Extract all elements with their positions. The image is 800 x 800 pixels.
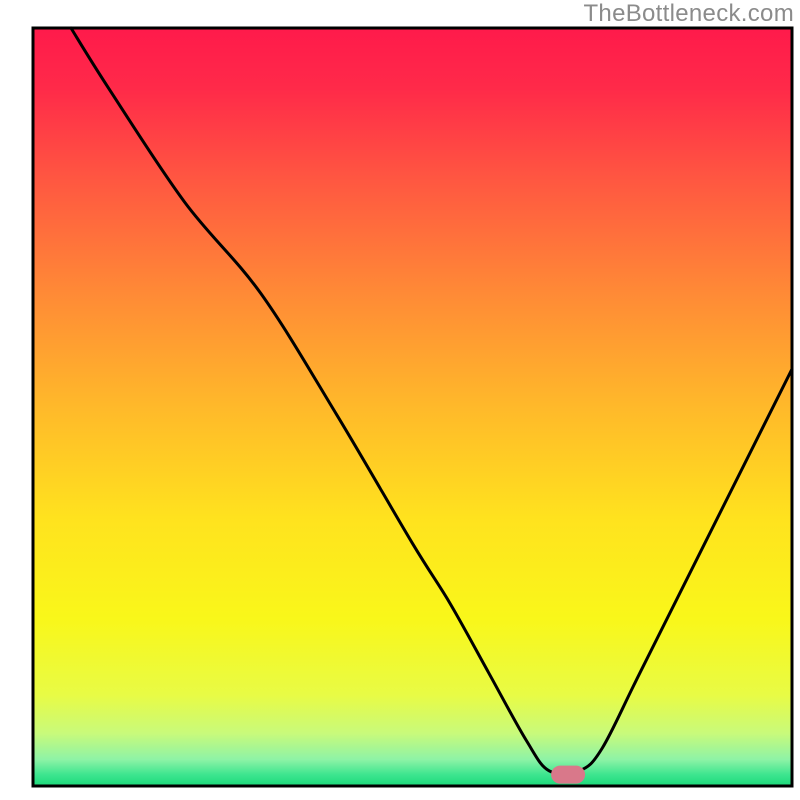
chart-background bbox=[33, 28, 792, 786]
optimal-point-marker bbox=[551, 766, 585, 784]
watermark-text: TheBottleneck.com bbox=[583, 0, 794, 28]
bottleneck-chart bbox=[0, 0, 800, 800]
